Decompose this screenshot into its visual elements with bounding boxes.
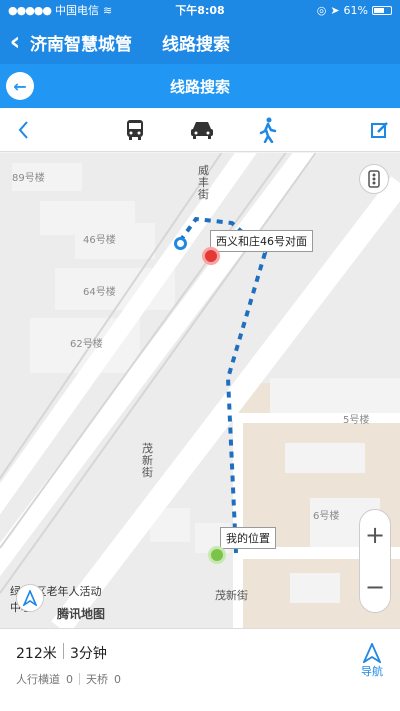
navigate-button[interactable]: 导航 (352, 643, 392, 691)
bridge-label: 天桥 (86, 673, 108, 686)
wifi-icon: ≋ (103, 3, 113, 17)
page-title: 线路搜索 (162, 34, 230, 55)
destination-callout[interactable]: 西义和庄46号对面 (210, 230, 313, 252)
sidewalk-count: 0 (66, 672, 73, 686)
battery-icon (372, 5, 392, 15)
current-location-marker[interactable] (208, 546, 226, 564)
destination-marker[interactable] (202, 247, 220, 265)
sidewalk-label: 人行横道 (16, 673, 60, 686)
location-arrow-icon: ➤ (330, 3, 340, 17)
road-label: 威丰街 (198, 164, 209, 201)
building-label: 89号楼 (12, 173, 45, 184)
zoom-control: + − (359, 509, 391, 613)
nav-title: 线路搜索 (169, 77, 230, 96)
car-icon[interactable] (188, 116, 216, 144)
status-bar: ●●●●● 中国电信 ≋ 下午8:08 ◎ ➤ 61% (0, 0, 400, 20)
divider (79, 673, 80, 685)
road-label: 茂新街 (142, 442, 153, 479)
battery-percent: 61% (343, 3, 368, 17)
bus-icon[interactable] (121, 116, 149, 144)
route-meta: 人行横道 0 天桥 0 (16, 671, 121, 687)
carrier-name: 中国电信 (55, 4, 99, 17)
map-brand: 腾讯地图 (57, 607, 106, 621)
route-summary-panel: 212米 3分钟 人行横道 0 天桥 0 导航 (0, 628, 400, 711)
compass-button[interactable] (16, 584, 44, 612)
poi-label: 茂新街 (215, 589, 248, 602)
navigate-icon (363, 643, 381, 663)
transport-mode-bar (0, 108, 400, 152)
building-label: 5号楼 (343, 415, 370, 426)
zoom-in-button[interactable]: + (360, 510, 390, 560)
nav-bar: ← 线路搜索 (0, 64, 400, 108)
route-duration: 3分钟 (70, 646, 107, 662)
back-chevron-icon[interactable] (10, 116, 38, 144)
bridge-count: 0 (114, 672, 121, 686)
compass-icon (23, 590, 37, 606)
alarm-icon: ◎ (316, 3, 327, 17)
signal-icon: ●●●●● (8, 3, 52, 17)
edit-icon[interactable] (366, 116, 394, 144)
route-start-marker[interactable] (174, 237, 187, 250)
building-label: 62号楼 (70, 339, 103, 350)
walk-icon[interactable] (254, 116, 282, 144)
building-label: 6号楼 (313, 511, 340, 522)
route-distance: 212米 (16, 646, 57, 662)
navigate-label: 导航 (361, 665, 383, 678)
building-label: 46号楼 (83, 235, 116, 246)
app-header: ‹ 济南智慧城管 线路搜索 (0, 20, 400, 64)
traffic-light-icon (368, 170, 380, 188)
chevron-left-icon[interactable]: ‹ (0, 20, 30, 64)
traffic-toggle-button[interactable] (359, 164, 389, 194)
my-location-callout[interactable]: 我的位置 (220, 527, 276, 549)
back-label[interactable]: 济南智慧城管 (30, 30, 132, 55)
building-label: 64号楼 (83, 287, 116, 298)
back-arrow-button[interactable]: ← (6, 72, 34, 100)
divider (63, 643, 64, 659)
map-view[interactable]: 89号楼 46号楼 64号楼 62号楼 5号楼 6号楼 威丰街 茂新街 茂新街 … (0, 153, 400, 628)
zoom-out-button[interactable]: − (360, 562, 390, 612)
map-canvas (0, 153, 400, 628)
